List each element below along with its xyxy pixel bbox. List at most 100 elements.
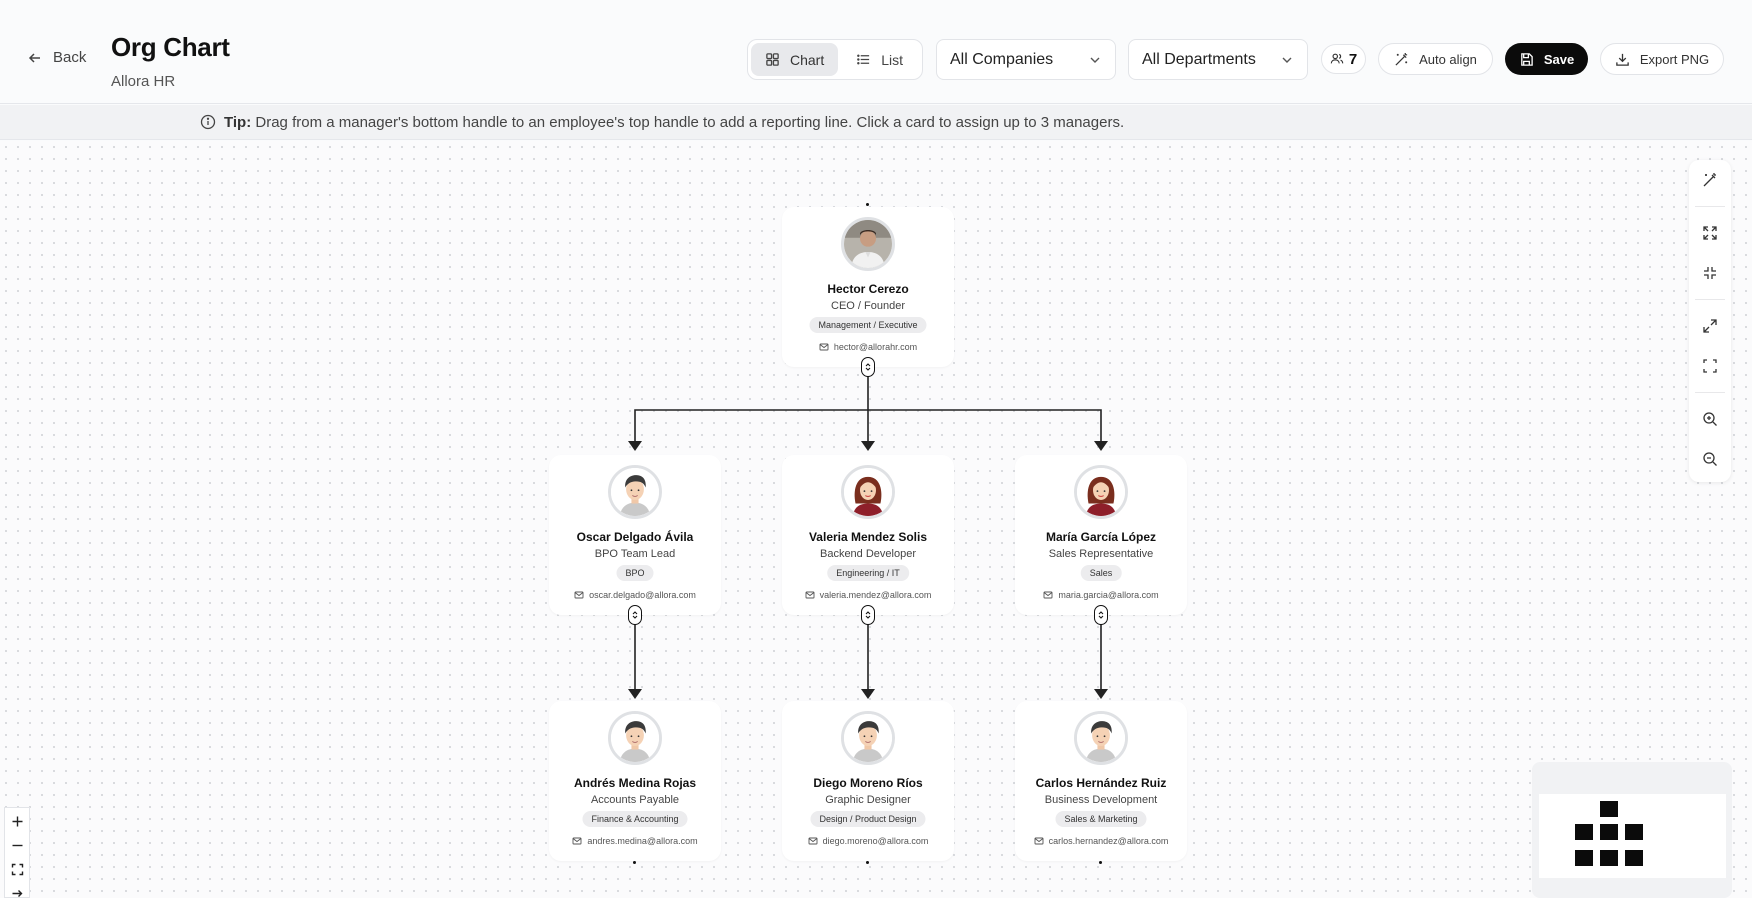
mail-icon bbox=[572, 837, 582, 845]
employee-email: oscar.delgado@allora.com bbox=[549, 590, 721, 600]
department-badge: Management / Executive bbox=[809, 317, 927, 333]
zoom-controls bbox=[4, 807, 30, 898]
avatar bbox=[841, 465, 895, 519]
department-badge: Engineering / IT bbox=[827, 565, 909, 581]
avatar bbox=[841, 217, 895, 271]
minimap-node bbox=[1575, 824, 1593, 840]
man-cartoon-avatar-icon bbox=[611, 714, 659, 762]
employee-card[interactable]: Hector Cerezo CEO / Founder Management /… bbox=[782, 203, 954, 377]
employee-role: CEO / Founder bbox=[831, 300, 905, 312]
employee-card[interactable]: María García López Sales Representative … bbox=[1015, 455, 1187, 625]
mail-icon bbox=[1043, 591, 1053, 599]
employee-name: Oscar Delgado Ávila bbox=[576, 530, 694, 544]
bottom-handle[interactable] bbox=[866, 861, 869, 864]
bottom-handle[interactable] bbox=[861, 605, 875, 625]
employee-email: carlos.hernandez@allora.com bbox=[1015, 836, 1187, 846]
employee-email: valeria.mendez@allora.com bbox=[782, 590, 954, 600]
zoom-out-button[interactable] bbox=[5, 832, 29, 858]
zoom-out-icon bbox=[1703, 452, 1717, 466]
tip-bar: Tip: Drag from a manager's bottom handle… bbox=[0, 105, 1752, 140]
chevron-down-icon bbox=[1090, 57, 1100, 63]
save-icon bbox=[1520, 52, 1533, 66]
export-png-button[interactable]: Export PNG bbox=[1600, 43, 1724, 75]
avatar bbox=[1074, 711, 1128, 765]
collapse-tool[interactable] bbox=[1689, 255, 1731, 291]
department-badge: Design / Product Design bbox=[810, 811, 926, 827]
department-select[interactable]: All Departments bbox=[1128, 39, 1308, 80]
users-icon bbox=[1330, 53, 1344, 64]
avatar bbox=[841, 711, 895, 765]
canvas-toolbar bbox=[1689, 160, 1731, 482]
maximize-tool[interactable] bbox=[1689, 308, 1731, 344]
plus-icon bbox=[12, 816, 22, 826]
employee-card[interactable]: Oscar Delgado Ávila BPO Team Lead BPO os… bbox=[549, 455, 721, 625]
bottom-handle[interactable] bbox=[861, 357, 875, 377]
company-select[interactable]: All Companies bbox=[936, 39, 1116, 80]
chevron-down-icon bbox=[1282, 57, 1292, 63]
arrow-head bbox=[628, 441, 642, 451]
employee-card[interactable]: Diego Moreno Ríos Graphic Designer Desig… bbox=[782, 701, 954, 864]
bottom-handle[interactable] bbox=[1099, 861, 1102, 864]
org-chart-canvas[interactable]: Hector Cerezo CEO / Founder Management /… bbox=[0, 141, 1752, 898]
top-handle[interactable] bbox=[866, 203, 869, 206]
mail-icon bbox=[819, 343, 829, 351]
info-icon bbox=[200, 114, 216, 130]
woman-cartoon-avatar-icon bbox=[1077, 468, 1125, 516]
department-select-value: All Departments bbox=[1142, 50, 1256, 68]
minimap-node bbox=[1600, 824, 1618, 840]
zoom-in-icon bbox=[1703, 412, 1717, 426]
arrow-head bbox=[861, 441, 875, 451]
man-cartoon-avatar-icon bbox=[844, 714, 892, 762]
save-button[interactable]: Save bbox=[1505, 43, 1588, 75]
employee-card[interactable]: Valeria Mendez Solis Backend Developer E… bbox=[782, 455, 954, 625]
tab-chart[interactable]: Chart bbox=[751, 43, 839, 76]
magic-wand-icon bbox=[1395, 52, 1408, 66]
chevron-up-down-icon bbox=[865, 363, 871, 371]
download-icon bbox=[1616, 53, 1629, 66]
tab-chart-label: Chart bbox=[790, 51, 825, 68]
toolbar-divider bbox=[1695, 206, 1725, 207]
arrow-left-icon bbox=[28, 52, 40, 63]
minimap[interactable] bbox=[1532, 762, 1732, 898]
employee-name: María García López bbox=[1045, 530, 1157, 544]
employee-name: Diego Moreno Ríos bbox=[813, 776, 923, 790]
bottom-handle[interactable] bbox=[1094, 605, 1108, 625]
expand-tool[interactable] bbox=[1689, 215, 1731, 251]
avatar bbox=[608, 711, 662, 765]
page-title: Org Chart bbox=[111, 32, 230, 62]
tab-list-label: List bbox=[881, 51, 904, 68]
toolbar-divider bbox=[1695, 392, 1725, 393]
edge-ceo-oscar bbox=[634, 409, 868, 441]
maximize-icon bbox=[1703, 319, 1717, 333]
lock-button[interactable] bbox=[5, 880, 29, 898]
auto-layout-tool[interactable] bbox=[1689, 162, 1731, 198]
edge-ceo-maria bbox=[868, 409, 1102, 441]
back-button[interactable]: Back bbox=[27, 49, 86, 66]
employee-card[interactable]: Carlos Hernández Ruiz Business Developme… bbox=[1015, 701, 1187, 864]
auto-align-button[interactable]: Auto align bbox=[1378, 43, 1493, 75]
employee-name: Hector Cerezo bbox=[827, 282, 909, 296]
department-badge: BPO bbox=[616, 565, 654, 581]
zoom-in-button[interactable] bbox=[5, 808, 29, 834]
employee-name: Carlos Hernández Ruiz bbox=[1035, 776, 1167, 790]
grid-icon bbox=[766, 53, 779, 66]
export-label: Export PNG bbox=[1639, 51, 1710, 67]
zoom-in-tool[interactable] bbox=[1689, 401, 1731, 437]
bottom-handle[interactable] bbox=[628, 605, 642, 625]
expand-icon bbox=[1703, 226, 1717, 240]
fit-view-button[interactable] bbox=[5, 856, 29, 882]
minimap-node bbox=[1600, 801, 1618, 817]
department-badge: Finance & Accounting bbox=[582, 811, 688, 827]
zoom-out-tool[interactable] bbox=[1689, 441, 1731, 477]
tab-list[interactable]: List bbox=[842, 43, 917, 76]
chevron-up-down-icon bbox=[1098, 611, 1104, 619]
mail-icon bbox=[808, 837, 818, 845]
bottom-handle[interactable] bbox=[633, 861, 636, 864]
fit-icon bbox=[11, 863, 23, 875]
employee-role: Sales Representative bbox=[1048, 548, 1154, 560]
people-count-badge[interactable]: 7 bbox=[1321, 44, 1366, 74]
fit-view-tool[interactable] bbox=[1689, 348, 1731, 384]
employee-card[interactable]: Andrés Medina Rojas Accounts Payable Fin… bbox=[549, 701, 721, 864]
auto-align-label: Auto align bbox=[1419, 51, 1477, 67]
minimap-node bbox=[1575, 850, 1593, 866]
